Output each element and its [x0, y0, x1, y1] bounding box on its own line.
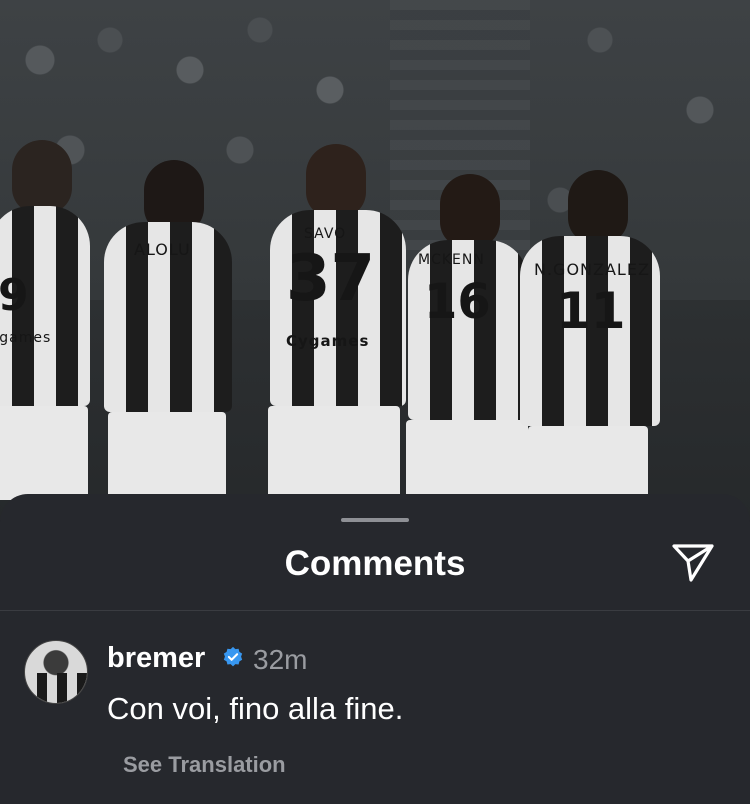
- player-head: [440, 174, 500, 248]
- comment-username[interactable]: bremer: [107, 642, 205, 675]
- comment-timestamp: 32m: [253, 644, 308, 675]
- jersey-sponsor: Cygames: [286, 332, 370, 350]
- jersey-sponsor: ygames: [0, 330, 52, 346]
- jersey-number: 11: [556, 282, 626, 340]
- comment-text: Con voi, fino alla fine.: [107, 691, 404, 726]
- player-shorts: [406, 420, 528, 500]
- player-shorts: [268, 406, 400, 500]
- jersey-number: 37: [286, 242, 376, 316]
- jersey-number: 16: [424, 274, 491, 330]
- paper-plane-icon: [672, 544, 714, 582]
- comments-sheet: Comments bremer 32m Con voi, fino alla f…: [0, 494, 750, 804]
- jersey-number: 9: [0, 270, 29, 321]
- sheet-grabber-handle[interactable]: [341, 518, 409, 522]
- player-figure: N.GONZALEZ 11: [512, 170, 662, 500]
- player-head: [306, 144, 366, 218]
- see-translation-link[interactable]: See Translation: [123, 752, 286, 778]
- avatar-stripe: [37, 673, 47, 703]
- player-figure: 9 ygames: [0, 140, 100, 500]
- jersey-name: ALOLU: [134, 240, 191, 259]
- divider: [0, 610, 750, 611]
- jersey-name: N.GONZALEZ: [534, 260, 650, 279]
- post-photo: 9 ygames ALOLU SAVO 37 Cygames MCKENN 16…: [0, 0, 750, 520]
- player-figure: ALOLU: [98, 160, 238, 500]
- avatar[interactable]: [24, 640, 88, 704]
- player-head: [568, 170, 628, 244]
- share-button[interactable]: [668, 542, 718, 584]
- player-shorts: [108, 412, 226, 500]
- player-shorts: [528, 426, 648, 500]
- jersey-name: MCKENN: [418, 252, 485, 268]
- player-head: [12, 140, 72, 214]
- avatar-stripe: [77, 673, 87, 703]
- player-shorts: [0, 406, 88, 500]
- jersey-name: SAVO: [304, 226, 347, 242]
- player-figure: SAVO 37 Cygames: [264, 144, 410, 500]
- avatar-stripe: [57, 673, 67, 703]
- verified-badge-icon: [223, 646, 243, 667]
- sheet-title: Comments: [284, 544, 466, 583]
